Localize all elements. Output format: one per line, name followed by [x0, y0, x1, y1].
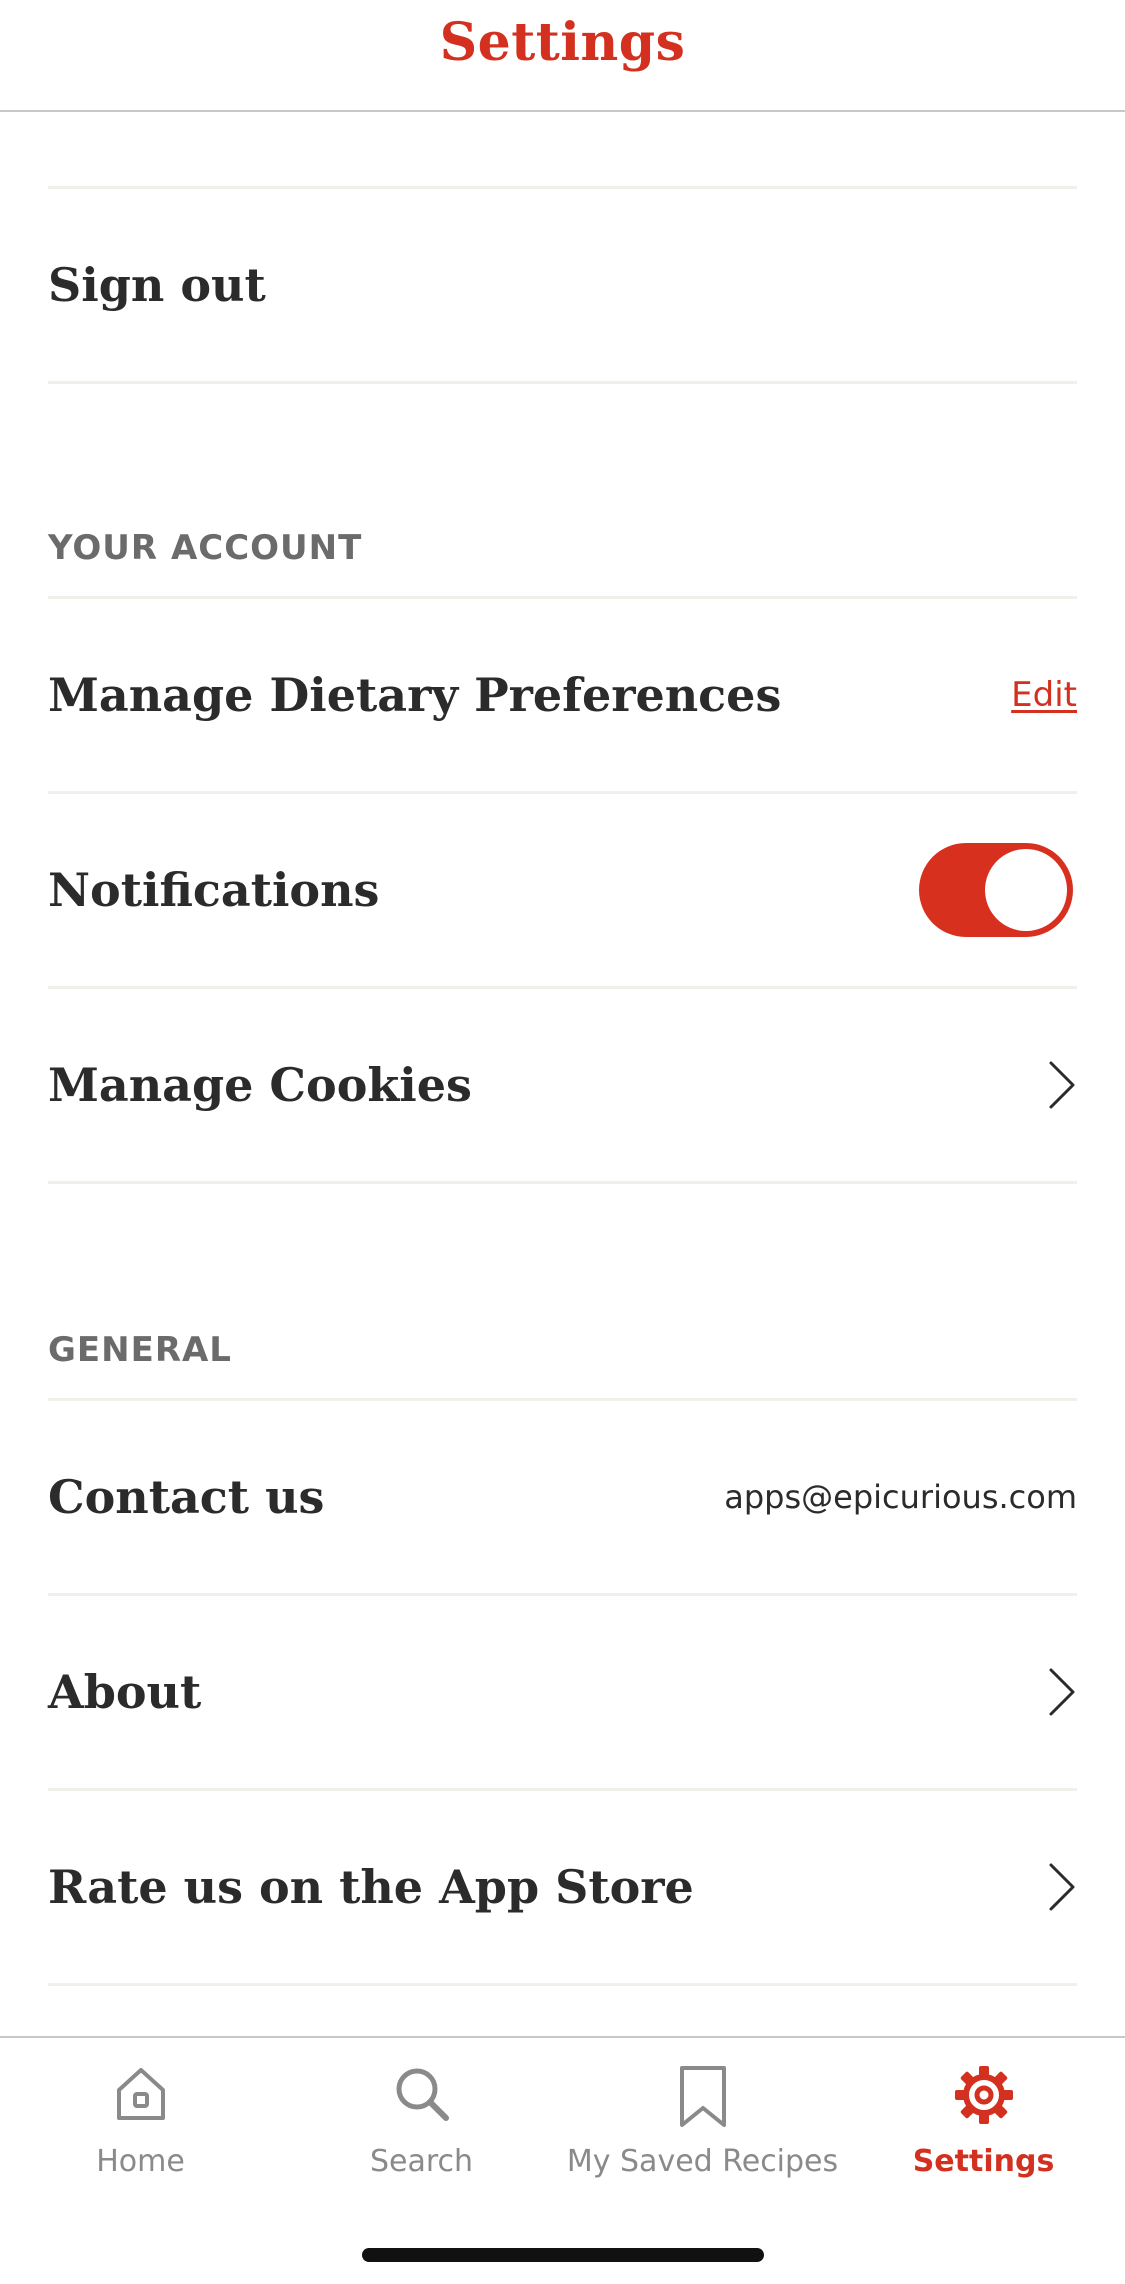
section-header-your-account: YOUR ACCOUNT [48, 528, 363, 568]
about-row[interactable]: About [48, 1596, 1077, 1788]
divider [48, 1983, 1077, 1986]
tab-search[interactable]: Search [281, 2038, 562, 2208]
tab-search-label: Search [369, 2144, 474, 2179]
gear-icon [954, 2066, 1013, 2124]
home-icon [116, 2068, 165, 2120]
tab-settings[interactable]: Settings [843, 2038, 1124, 2208]
tab-saved-recipes[interactable]: My Saved Recipes [562, 2038, 843, 2208]
rate-app-store-row[interactable]: Rate us on the App Store [48, 1791, 1077, 1983]
divider [48, 381, 1077, 384]
chevron-right-icon [1049, 1061, 1075, 1109]
tab-saved-recipes-label: My Saved Recipes [566, 2144, 839, 2179]
contact-us-label: Contact us [48, 1470, 325, 1524]
tab-home-label: Home [96, 2144, 185, 2179]
notifications-label: Notifications [48, 863, 380, 917]
home-indicator [362, 2248, 764, 2262]
tab-settings-label: Settings [912, 2144, 1055, 2179]
page-title: Settings [439, 12, 686, 73]
sign-out-row[interactable]: Sign out [48, 189, 1077, 381]
manage-cookies-label: Manage Cookies [48, 1058, 472, 1112]
toggle-knob [985, 849, 1067, 931]
notifications-row: Notifications [48, 794, 1077, 986]
manage-cookies-row[interactable]: Manage Cookies [48, 989, 1077, 1181]
contact-email[interactable]: apps@epicurious.com [724, 1478, 1077, 1516]
tab-bar: Home Search My Saved Recipes Settings [0, 2036, 1125, 2284]
rate-app-store-label: Rate us on the App Store [48, 1860, 694, 1914]
bookmark-icon [679, 2066, 726, 2127]
manage-dietary-preferences-label: Manage Dietary Preferences [48, 668, 782, 722]
search-icon [396, 2068, 449, 2121]
about-label: About [48, 1665, 202, 1719]
tab-home[interactable]: Home [0, 2038, 281, 2208]
notifications-toggle[interactable] [919, 843, 1073, 937]
contact-us-row[interactable]: Contact us apps@epicurious.com [48, 1401, 1077, 1593]
divider [48, 1181, 1077, 1184]
sign-out-label: Sign out [48, 258, 266, 312]
section-header-general: GENERAL [48, 1330, 232, 1370]
chevron-right-icon [1049, 1668, 1075, 1716]
chevron-right-icon [1049, 1863, 1075, 1911]
navigation-header: Settings [0, 0, 1125, 112]
manage-dietary-preferences-row: Manage Dietary Preferences Edit [48, 599, 1077, 791]
edit-dietary-preferences-link[interactable]: Edit [1011, 675, 1077, 715]
